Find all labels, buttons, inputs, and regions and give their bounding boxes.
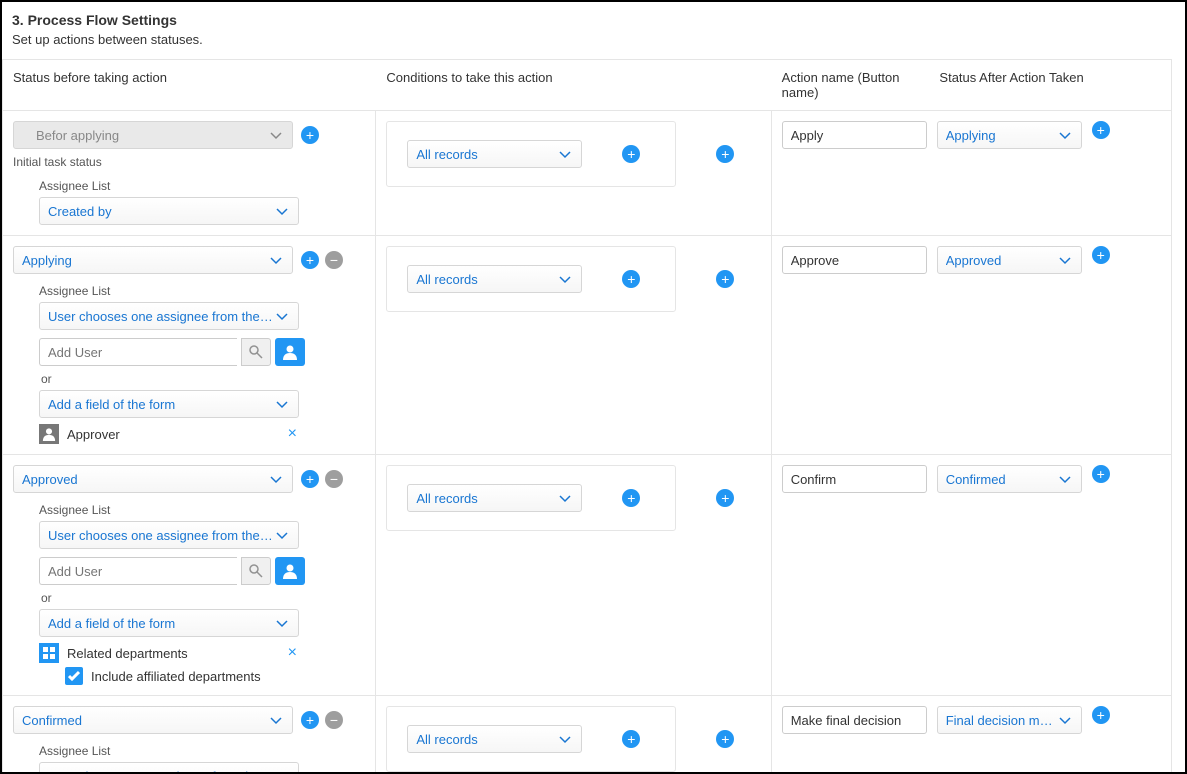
header-status-before: Status before taking action [3,70,376,100]
condition-select[interactable]: All records [407,484,582,512]
add-button[interactable]: + [301,251,319,269]
status-before-select[interactable]: Befor applying [13,121,293,149]
initial-status-label: Initial task status [13,155,365,169]
header-action-name: Action name (Button name) [772,70,935,100]
status-before-select[interactable]: Applying [13,246,293,274]
chevron-down-icon [274,309,290,324]
chevron-down-icon [1057,713,1073,728]
add-button[interactable]: + [1092,706,1110,724]
chevron-down-icon [274,204,290,219]
add-button[interactable]: + [301,126,319,144]
condition-select[interactable]: All records [407,140,582,168]
flow-row: Approved+−Assignee ListUser chooses one … [3,455,1171,696]
status-before-select[interactable]: Approved [13,465,293,493]
add-button[interactable]: + [622,489,640,507]
chevron-down-icon [274,528,290,543]
action-name-input[interactable] [782,465,927,493]
add-user-input[interactable] [39,557,237,585]
section-title: 3. Process Flow Settings [12,12,1175,28]
action-name-input[interactable] [782,121,927,149]
status-before-select[interactable]: Confirmed [13,706,293,734]
chevron-down-icon [557,147,573,162]
status-after-select[interactable]: Confirmed [937,465,1082,493]
add-button[interactable]: + [301,470,319,488]
status-after-select[interactable]: Final decision m… [937,706,1082,734]
assignee-mode-select[interactable]: User chooses one assignee from the list … [39,521,299,549]
assignee-mode-select[interactable]: User chooses one assignee from the list … [39,302,299,330]
remove-button[interactable]: − [325,711,343,729]
assignee-list-label: Assignee List [39,284,365,298]
condition-select[interactable]: All records [407,725,582,753]
or-label: or [41,591,365,605]
header-status-after: Status After Action Taken [934,70,1171,100]
or-label: or [41,372,365,386]
include-affiliated-label: Include affiliated departments [91,669,261,684]
user-icon [39,424,59,444]
condition-select[interactable]: All records [407,265,582,293]
status-after-select[interactable]: Applying [937,121,1082,149]
chevron-down-icon [268,713,284,728]
chevron-down-icon [1057,253,1073,268]
add-button[interactable]: + [1092,246,1110,264]
add-button[interactable]: + [1092,465,1110,483]
assignee-mode-select[interactable]: Created by [39,197,299,225]
add-user-input[interactable] [39,338,237,366]
chevron-down-icon [274,769,290,774]
header-conditions: Conditions to take this action [376,70,771,100]
add-field-select[interactable]: Add a field of the form [39,390,299,418]
section-subtitle: Set up actions between statuses. [12,32,1175,47]
add-button[interactable]: + [622,730,640,748]
add-button[interactable]: + [716,730,734,748]
assignee-name: Approver [67,427,280,442]
assignee-mode-select[interactable]: User chooses one assignee from the list … [39,762,299,774]
chevron-down-icon [268,128,284,143]
chevron-down-icon [268,253,284,268]
action-name-input[interactable] [782,706,927,734]
flow-row: Befor applying + Initial task status Assign… [3,111,1171,236]
flow-row: Confirmed+−Assignee ListUser chooses one… [3,696,1171,774]
org-picker-button[interactable] [275,557,305,585]
chevron-down-icon [1057,472,1073,487]
assignee-list-label: Assignee List [39,503,365,517]
add-button[interactable]: + [716,145,734,163]
add-button[interactable]: + [301,711,319,729]
chevron-down-icon [557,732,573,747]
status-after-select[interactable]: Approved [937,246,1082,274]
include-affiliated-checkbox[interactable] [65,667,83,685]
org-picker-button[interactable] [275,338,305,366]
add-button[interactable]: + [716,270,734,288]
remove-button[interactable]: − [325,470,343,488]
remove-entry-button[interactable]: × [288,425,297,443]
chevron-down-icon [274,397,290,412]
chevron-down-icon [557,272,573,287]
chevron-down-icon [268,472,284,487]
add-button[interactable]: + [716,489,734,507]
chevron-down-icon [557,491,573,506]
org-icon [39,643,59,663]
add-button[interactable]: + [622,145,640,163]
add-button[interactable]: + [622,270,640,288]
chevron-down-icon [274,616,290,631]
action-name-input[interactable] [782,246,927,274]
assignee-list-label: Assignee List [39,179,365,193]
search-button[interactable] [241,557,271,585]
assignee-name: Related departments [67,646,280,661]
search-button[interactable] [241,338,271,366]
add-field-select[interactable]: Add a field of the form [39,609,299,637]
assignee-list-label: Assignee List [39,744,365,758]
add-button[interactable]: + [1092,121,1110,139]
remove-entry-button[interactable]: × [288,644,297,662]
assignee-entry: Approver × [39,424,297,444]
chevron-down-icon [1057,128,1073,143]
remove-button[interactable]: − [325,251,343,269]
flow-row: Applying+−Assignee ListUser chooses one … [3,236,1171,455]
assignee-entry: Related departments × [39,643,297,663]
